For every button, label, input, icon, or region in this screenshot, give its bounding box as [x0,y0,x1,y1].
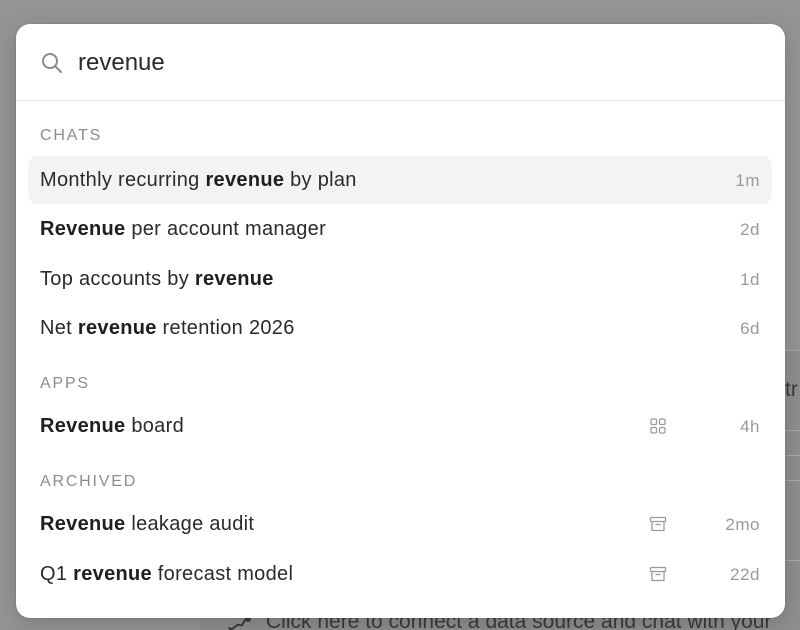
search-input[interactable] [78,44,758,82]
result-title-text: Top accounts by [40,268,195,290]
result-title: Monthly recurring revenue by plan [40,169,357,192]
result-timestamp: 1d [740,270,760,289]
search-bar [16,24,785,101]
section-label-chats: CHATS [40,127,103,144]
search-match-highlight: Revenue [40,218,126,240]
result-title: Q1 revenue forecast model [40,563,293,586]
background-text-fragment: tr [785,378,798,401]
app-result-row[interactable]: Revenue board 4h [28,402,772,450]
grid-icon [650,418,666,434]
search-match-highlight: Revenue [40,513,126,535]
result-title: Revenue board [40,415,184,438]
background-divider [784,455,800,456]
archive-box-icon [649,566,667,582]
chat-result-row[interactable]: Top accounts by revenue 1d [28,255,772,303]
search-palette: CHATS Monthly recurring revenue by plan 1… [16,24,785,618]
search-match-highlight: revenue [194,268,274,290]
result-timestamp: 2d [740,220,760,239]
archived-result-row[interactable]: Revenue leakage audit 2mo [28,500,772,548]
search-match-highlight: revenue [77,317,157,339]
background-divider [784,350,800,351]
search-icon [42,53,62,73]
result-title-text: per account manager [125,218,327,240]
chat-result-row[interactable]: Revenue per account manager 2d [28,205,772,253]
result-title-text: by plan [284,169,357,191]
result-title-text: forecast model [151,563,294,585]
result-timestamp: 1m [735,171,760,190]
archive-box-icon [649,516,667,532]
background-divider [784,430,800,431]
archived-result-row[interactable]: Q1 revenue forecast model 22d [28,550,772,598]
result-timestamp: 4h [740,417,760,436]
search-match-highlight: Revenue [40,415,126,437]
result-timestamp: 22d [730,565,760,584]
result-title-text: Q1 [40,563,74,585]
result-timestamp: 2mo [725,515,760,534]
result-title: Top accounts by revenue [40,268,274,291]
search-match-highlight: revenue [205,169,285,191]
background-divider [784,480,800,481]
result-timestamp: 6d [740,319,760,338]
search-match-highlight: revenue [73,563,152,585]
result-title-text: Net [40,317,78,339]
chat-result-row[interactable]: Monthly recurring revenue by plan 1m [28,156,772,204]
result-title: Revenue leakage audit [40,513,254,536]
section-label-apps: APPS [40,375,90,392]
result-title-text: retention 2026 [156,317,295,339]
section-label-archived: ARCHIVED [40,473,138,490]
chat-result-row[interactable]: Net revenue retention 2026 6d [28,304,772,352]
result-title: Net revenue retention 2026 [40,317,295,340]
result-title: Revenue per account manager [40,218,326,241]
result-title-text: leakage audit [125,513,255,535]
result-title-text: Monthly recurring [40,169,206,191]
result-title-text: board [125,415,184,437]
background-divider [784,560,800,561]
